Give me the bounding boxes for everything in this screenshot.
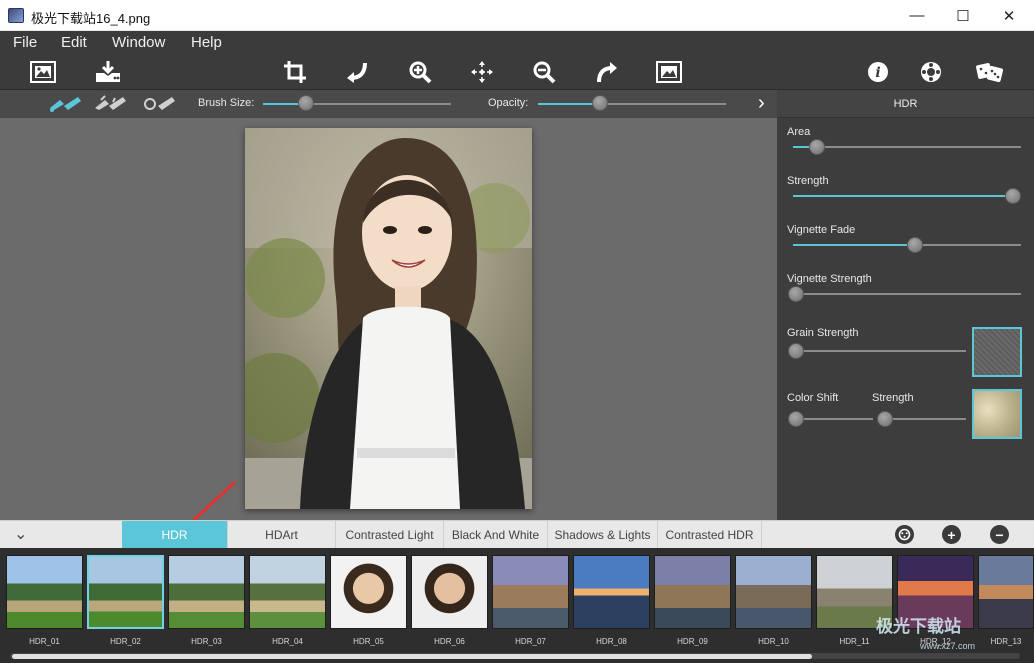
minimize-button[interactable]: —: [894, 0, 940, 31]
svg-text:i: i: [875, 65, 880, 81]
preset-thumbnail-label: HDR_13: [990, 637, 1022, 646]
preset-thumbnail[interactable]: [168, 555, 245, 629]
preset-thumbnail-label: HDR_09: [677, 637, 708, 646]
opacity-label: Opacity:: [488, 97, 529, 109]
tab-contrasted-light[interactable]: Contrasted Light: [336, 521, 444, 548]
preset-thumbnail-label: HDR_08: [596, 637, 627, 646]
color-texture-swatch[interactable]: [972, 389, 1022, 439]
preset-thumbnail[interactable]: [6, 555, 83, 629]
menu-edit[interactable]: Edit: [61, 34, 87, 51]
vignette-fade-label: Vignette Fade: [787, 224, 856, 236]
vignette-strength-label: Vignette Strength: [787, 273, 872, 285]
random-dice-icon[interactable]: [975, 58, 1005, 86]
preset-thumbnail[interactable]: [573, 555, 650, 629]
strength-fill: [793, 195, 1013, 197]
preset-thumbnail-label: HDR_06: [434, 637, 465, 646]
zoom-out-icon[interactable]: [529, 58, 559, 86]
crop-icon[interactable]: [280, 58, 310, 86]
remove-preset-button[interactable]: −: [990, 525, 1009, 544]
vignette-fade-slider[interactable]: [907, 237, 923, 253]
opacity-fill: [538, 103, 600, 105]
brush-paint-icon[interactable]: [48, 94, 84, 117]
open-image-icon[interactable]: [28, 58, 58, 86]
preset-thumbnail-label: HDR_10: [758, 637, 789, 646]
watermark-logo: 极光下载站: [876, 617, 961, 636]
preset-thumbnail-label: HDR_01: [29, 637, 60, 646]
strength-slider[interactable]: [1005, 188, 1021, 204]
preset-thumbnail[interactable]: [978, 555, 1034, 629]
preset-options-icon[interactable]: [895, 525, 914, 544]
preset-thumbnail-label: HDR_11: [839, 637, 870, 646]
preset-thumbnail[interactable]: [411, 555, 488, 629]
color-shift-slider[interactable]: [788, 411, 804, 427]
preset-thumbnail[interactable]: [654, 555, 731, 629]
redo-icon[interactable]: [592, 58, 622, 86]
add-preset-button[interactable]: +: [942, 525, 961, 544]
tab-hdart[interactable]: HDArt: [228, 521, 336, 548]
undo-icon[interactable]: [342, 58, 372, 86]
brush-size-slider[interactable]: [298, 95, 314, 111]
collapse-chevron-icon[interactable]: ⌄: [14, 524, 27, 544]
color-shift-strength-label: Strength: [872, 392, 914, 404]
info-icon[interactable]: i: [863, 58, 893, 86]
brush-erase-icon[interactable]: [93, 94, 131, 117]
brush-clear-icon[interactable]: [142, 94, 180, 117]
menu-window[interactable]: Window: [112, 34, 165, 51]
tab-hdr[interactable]: HDR: [122, 521, 228, 548]
grain-strength-track: [793, 350, 966, 352]
preset-thumbnail[interactable]: [735, 555, 812, 629]
maximize-button[interactable]: ☐: [940, 0, 986, 31]
title-bar: [0, 0, 1034, 31]
preset-thumbnail[interactable]: [87, 555, 164, 629]
tab-shadows-lights[interactable]: Shadows & Lights: [548, 521, 658, 548]
preset-thumbnail-label: HDR_07: [515, 637, 546, 646]
settings-icon[interactable]: [916, 58, 946, 86]
preset-thumbnail-label: HDR_02: [110, 637, 141, 646]
vignette-strength-track: [793, 293, 1021, 295]
tab-contrasted-hdr[interactable]: Contrasted HDR: [658, 521, 762, 548]
window-title: 极光下载站16_4.png: [31, 11, 151, 26]
opacity-slider[interactable]: [592, 95, 608, 111]
menu-help[interactable]: Help: [191, 34, 222, 51]
edited-photo[interactable]: [245, 128, 532, 509]
zoom-in-icon[interactable]: [405, 58, 435, 86]
preset-thumbnail-label: HDR_03: [191, 637, 222, 646]
strip-scrollbar-thumb[interactable]: [12, 654, 812, 659]
tab-black-and-white[interactable]: Black And White: [444, 521, 548, 548]
brush-size-label: Brush Size:: [198, 97, 255, 109]
preset-thumbnail[interactable]: [249, 555, 326, 629]
grain-strength-label: Grain Strength: [787, 327, 859, 339]
panel-title: HDR: [893, 98, 918, 110]
strength-label: Strength: [787, 175, 829, 187]
area-label: Area: [787, 126, 811, 138]
color-shift-strength-slider[interactable]: [877, 411, 893, 427]
grain-strength-slider[interactable]: [788, 343, 804, 359]
preset-thumbnail[interactable]: [330, 555, 407, 629]
vignette-fade-fill: [793, 244, 915, 246]
close-button[interactable]: ✕: [986, 0, 1032, 31]
vignette-strength-slider[interactable]: [788, 286, 804, 302]
area-slider[interactable]: [809, 139, 825, 155]
color-shift-track: [793, 418, 873, 420]
expand-arrow-icon[interactable]: ›: [758, 92, 765, 115]
grain-texture-swatch[interactable]: [972, 327, 1022, 377]
color-shift-label: Color Shift: [787, 392, 839, 404]
app-icon: [8, 8, 24, 23]
preset-thumbnail-label: HDR_05: [353, 637, 384, 646]
area-track: [793, 146, 1021, 148]
preset-thumbnail-label: HDR_04: [272, 637, 303, 646]
fit-image-icon[interactable]: [654, 58, 684, 86]
menu-file[interactable]: File: [13, 34, 37, 51]
move-icon[interactable]: [467, 58, 497, 86]
preset-thumbnail[interactable]: [492, 555, 569, 629]
save-download-icon[interactable]: [93, 58, 123, 86]
watermark-url: www.xz7.com: [920, 641, 976, 651]
